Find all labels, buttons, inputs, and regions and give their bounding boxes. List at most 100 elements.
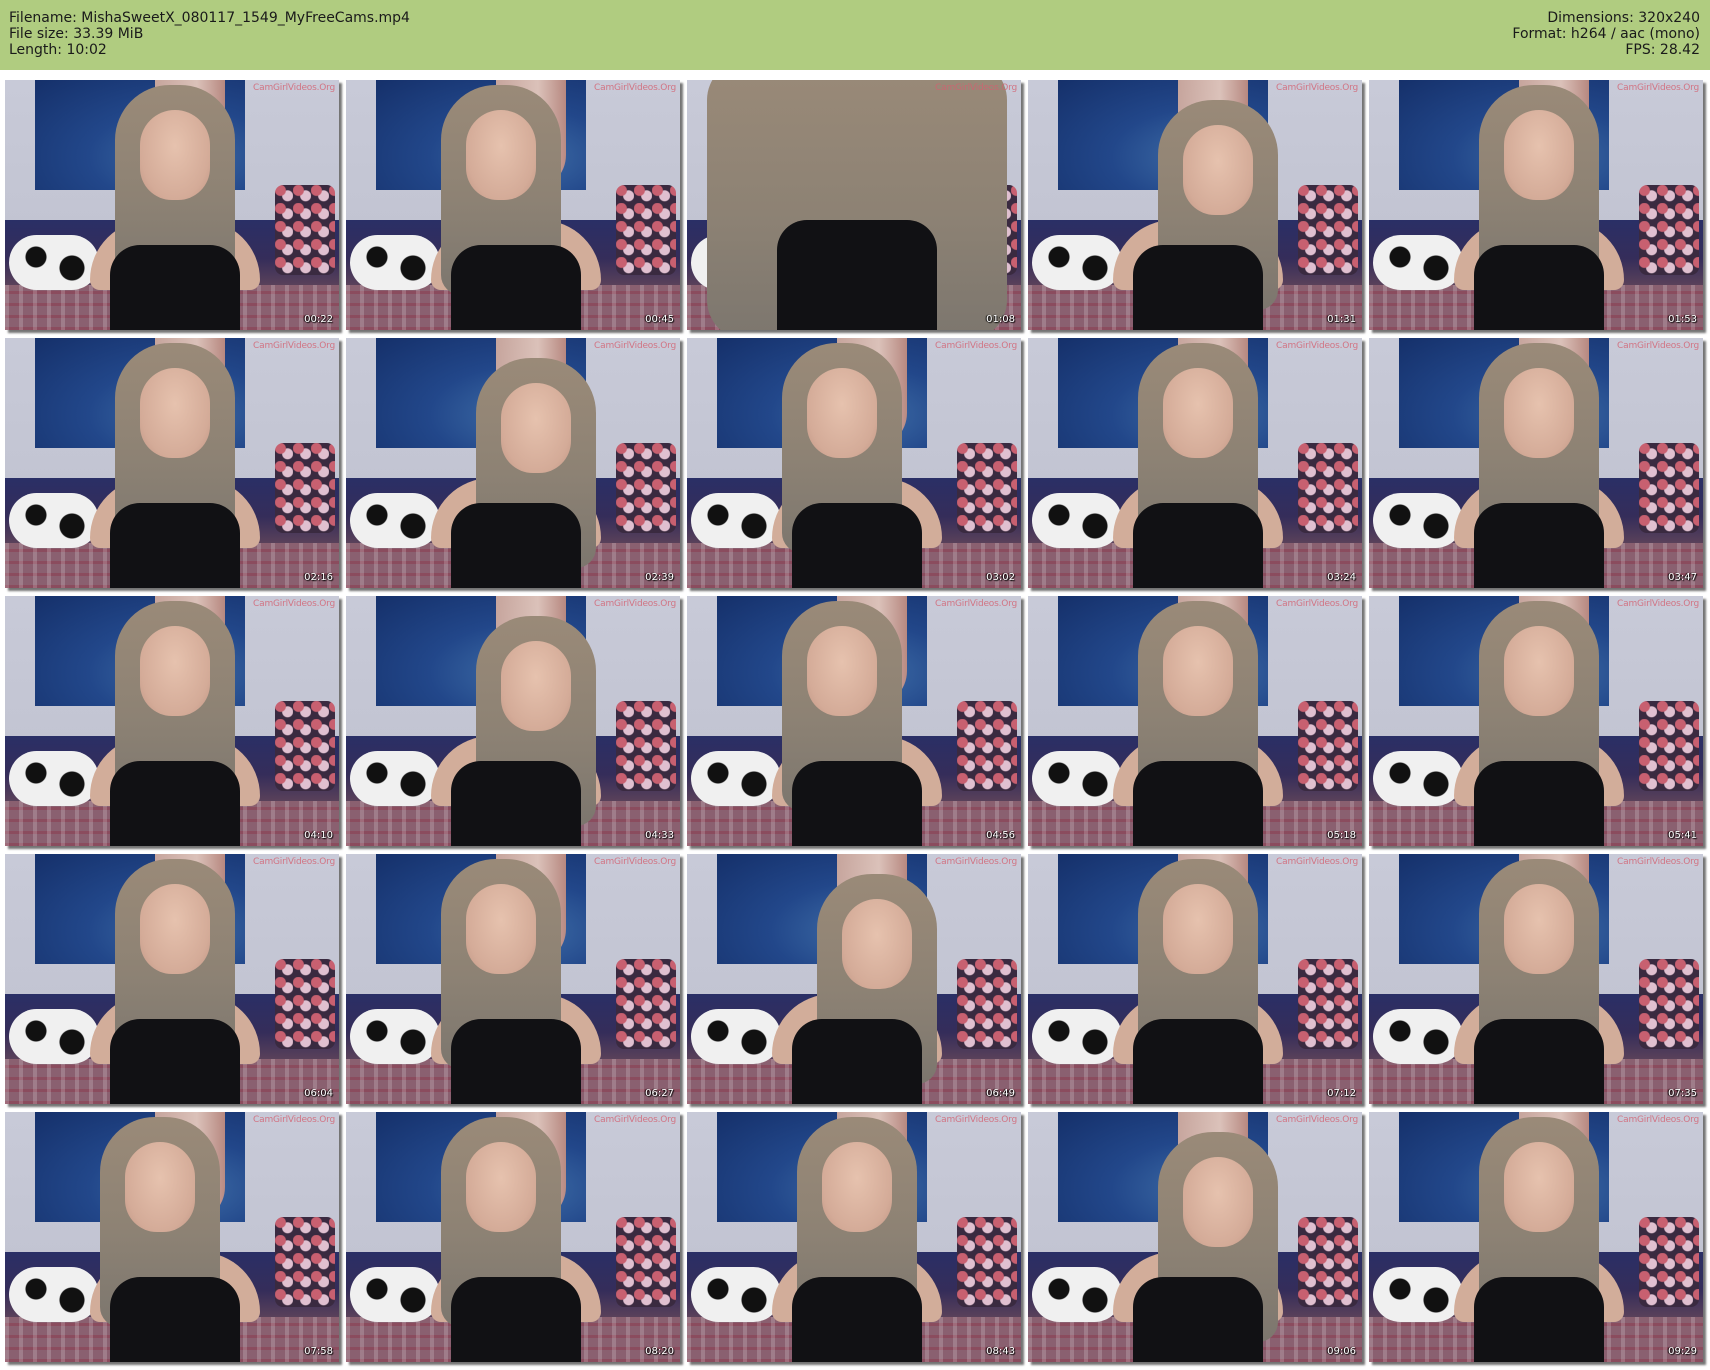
watermark-text: CamGirlVideos.Org <box>1617 599 1699 609</box>
video-thumbnail: CamGirlVideos.Org 08:43 <box>687 1112 1021 1362</box>
plush-toy <box>350 235 440 290</box>
person-top <box>110 1019 240 1104</box>
filename-text: Filename: MishaSweetX_080117_1549_MyFree… <box>9 10 410 26</box>
watermark-text: CamGirlVideos.Org <box>1276 857 1358 867</box>
watermark-text: CamGirlVideos.Org <box>935 1115 1017 1125</box>
floral-pillow <box>1298 701 1358 791</box>
timestamp-label: 04:33 <box>645 830 674 841</box>
timestamp-label: 02:39 <box>645 572 674 583</box>
floral-pillow <box>1639 701 1699 791</box>
person-top <box>1133 503 1263 588</box>
plush-toy <box>1373 751 1463 806</box>
person-face <box>125 1142 195 1232</box>
plush-toy <box>1032 1009 1122 1064</box>
floral-pillow <box>957 701 1017 791</box>
plush-toy <box>1373 1267 1463 1322</box>
floral-pillow <box>1639 959 1699 1049</box>
info-header: Filename: MishaSweetX_080117_1549_MyFree… <box>0 0 1710 70</box>
person-top <box>451 761 581 846</box>
video-thumbnail: CamGirlVideos.Org 02:16 <box>5 338 339 588</box>
plush-toy <box>691 751 781 806</box>
person-face <box>1504 1142 1574 1232</box>
timestamp-label: 05:41 <box>1668 830 1697 841</box>
plush-toy <box>1373 493 1463 548</box>
person-top <box>777 220 937 330</box>
timestamp-label: 03:24 <box>1327 572 1356 583</box>
floral-pillow <box>616 959 676 1049</box>
person-top <box>1474 1019 1604 1104</box>
person-face <box>842 899 912 989</box>
person-face <box>140 626 210 716</box>
video-thumbnail: CamGirlVideos.Org 03:02 <box>687 338 1021 588</box>
floral-pillow <box>616 1217 676 1307</box>
video-thumbnail: CamGirlVideos.Org 05:41 <box>1369 596 1703 846</box>
person-face <box>140 884 210 974</box>
floral-pillow <box>275 443 335 533</box>
person-face <box>1504 884 1574 974</box>
video-thumbnail: CamGirlVideos.Org 06:49 <box>687 854 1021 1104</box>
floral-pillow <box>957 1217 1017 1307</box>
watermark-text: CamGirlVideos.Org <box>594 83 676 93</box>
video-thumbnail: CamGirlVideos.Org 07:58 <box>5 1112 339 1362</box>
video-thumbnail: CamGirlVideos.Org 04:10 <box>5 596 339 846</box>
floral-pillow <box>616 701 676 791</box>
person-face <box>501 641 571 731</box>
plush-toy <box>9 751 99 806</box>
person-top <box>451 503 581 588</box>
person-top <box>1133 1019 1263 1104</box>
floral-pillow <box>1298 443 1358 533</box>
plush-toy <box>1373 235 1463 290</box>
filesize-text: File size: 33.39 MiB <box>9 26 144 42</box>
person-face <box>1504 368 1574 458</box>
watermark-text: CamGirlVideos.Org <box>253 599 335 609</box>
timestamp-label: 09:06 <box>1327 1346 1356 1357</box>
plush-toy <box>1032 1267 1122 1322</box>
floral-pillow <box>1298 1217 1358 1307</box>
floral-pillow <box>275 959 335 1049</box>
timestamp-label: 01:53 <box>1668 314 1697 325</box>
timestamp-label: 07:58 <box>304 1346 333 1357</box>
video-thumbnail: CamGirlVideos.Org 01:31 <box>1028 80 1362 330</box>
plush-toy <box>9 493 99 548</box>
person-top <box>792 1277 922 1362</box>
timestamp-label: 01:08 <box>986 314 1015 325</box>
floral-pillow <box>1298 959 1358 1049</box>
timestamp-label: 07:35 <box>1668 1088 1697 1099</box>
video-thumbnail: CamGirlVideos.Org 04:56 <box>687 596 1021 846</box>
floral-pillow <box>957 443 1017 533</box>
person-face <box>1163 368 1233 458</box>
person-top <box>451 245 581 330</box>
video-thumbnail: CamGirlVideos.Org 03:24 <box>1028 338 1362 588</box>
video-thumbnail: CamGirlVideos.Org 00:45 <box>346 80 680 330</box>
person-top <box>110 245 240 330</box>
plush-toy <box>1032 235 1122 290</box>
watermark-text: CamGirlVideos.Org <box>1617 341 1699 351</box>
plush-toy <box>9 235 99 290</box>
timestamp-label: 07:12 <box>1327 1088 1356 1099</box>
video-thumbnail: CamGirlVideos.Org 09:29 <box>1369 1112 1703 1362</box>
watermark-text: CamGirlVideos.Org <box>594 341 676 351</box>
person-top <box>1474 503 1604 588</box>
timestamp-label: 04:10 <box>304 830 333 841</box>
timestamp-label: 05:18 <box>1327 830 1356 841</box>
format-text: Format: h264 / aac (mono) <box>1512 26 1700 42</box>
video-thumbnail: CamGirlVideos.Org 07:35 <box>1369 854 1703 1104</box>
person-top <box>1474 761 1604 846</box>
plush-toy <box>1032 751 1122 806</box>
person-top <box>1133 761 1263 846</box>
person-face <box>466 1142 536 1232</box>
person-face <box>1183 125 1253 215</box>
video-thumbnail: CamGirlVideos.Org 02:39 <box>346 338 680 588</box>
timestamp-label: 08:20 <box>645 1346 674 1357</box>
person-top <box>110 503 240 588</box>
thumbnail-grid: CamGirlVideos.Org 00:22 CamGirlVideos.Org 0… <box>0 70 1710 1370</box>
person-face <box>807 368 877 458</box>
timestamp-label: 06:27 <box>645 1088 674 1099</box>
plush-toy <box>691 493 781 548</box>
watermark-text: CamGirlVideos.Org <box>594 1115 676 1125</box>
timestamp-label: 03:47 <box>1668 572 1697 583</box>
plush-toy <box>350 1267 440 1322</box>
watermark-text: CamGirlVideos.Org <box>594 599 676 609</box>
file-info-left: Filename: MishaSweetX_080117_1549_MyFree… <box>9 10 410 58</box>
watermark-text: CamGirlVideos.Org <box>253 83 335 93</box>
